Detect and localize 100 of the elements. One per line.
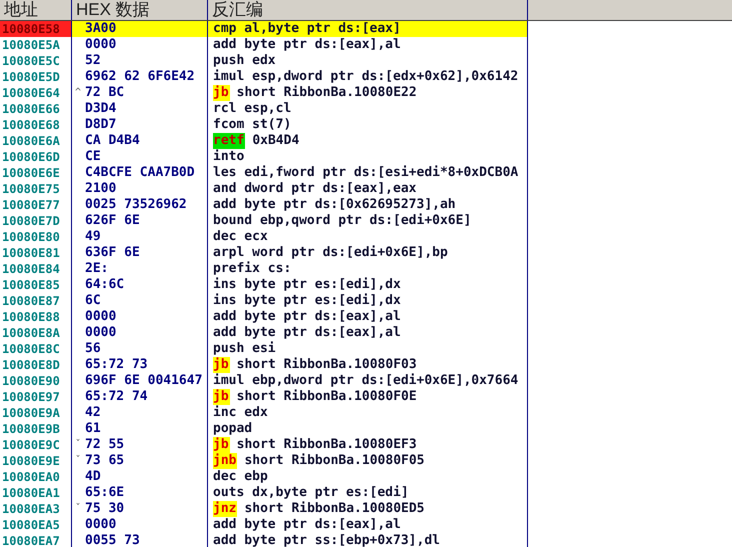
operand-text: short RibbonBa.10080E22	[236, 85, 417, 101]
address-text: 10080E80	[1, 230, 60, 244]
hex-text: 6C	[84, 293, 101, 309]
instruction-text: push edx	[213, 53, 276, 69]
hex-text: 2100	[84, 181, 116, 197]
hex-text: 49	[84, 229, 101, 245]
hex-text: 626F 6E	[84, 213, 140, 229]
instruction-text: arpl word ptr ds:[edi+0x6E],bp	[213, 245, 448, 261]
address-text: 10080E81	[1, 246, 60, 260]
instruction-text: imul esp,dword ptr ds:[edx+0x62],0x6142	[213, 69, 518, 85]
instruction-text: ins byte ptr es:[edi],dx	[213, 277, 401, 293]
address-text: 10080E58	[1, 22, 60, 36]
instruction-text: into	[213, 149, 244, 165]
hex-text: 0000	[84, 37, 116, 53]
hex-text: 61	[84, 421, 101, 437]
hex-text: 696F 6E 0041647	[84, 373, 202, 389]
hex-text: 0055 73	[84, 533, 140, 547]
address-text: 10080E84	[1, 262, 60, 276]
caret-icon: ˇ	[74, 453, 82, 469]
hex-text: 73 65	[84, 453, 124, 469]
instruction-text: rcl esp,cl	[213, 101, 292, 117]
table-row[interactable]: 10080E58 3A00 cmp al,byte ptr ds:[eax]	[0, 21, 732, 37]
address-text: 10080E7D	[1, 214, 60, 228]
mnemonic-highlight: jb	[213, 437, 230, 453]
address-text: 10080E6D	[1, 150, 60, 164]
address-text: 10080EA5	[1, 518, 60, 532]
hex-text: CA D4B4	[84, 133, 140, 149]
address-text: 10080EA3	[1, 502, 60, 516]
column-header: 反汇编	[212, 0, 263, 20]
address-text: 10080E6A	[1, 134, 60, 148]
address-text: 10080E5D	[1, 70, 60, 84]
mnemonic-highlight: jnz	[213, 501, 238, 517]
address-text: 10080E68	[1, 118, 60, 132]
hex-text: 52	[84, 53, 101, 69]
instruction-text: cmp al,byte ptr ds:[eax]	[213, 21, 401, 37]
hex-text: 75 30	[84, 501, 124, 517]
address-text: 10080E9B	[1, 422, 60, 436]
instruction-text: prefix cs:	[213, 261, 292, 277]
column-header: HEX 数据	[76, 0, 150, 20]
instruction-text: add byte ptr ds:[eax],al	[213, 309, 401, 325]
instruction-text: dec ecx	[213, 229, 268, 245]
address-text: 10080EA1	[1, 486, 60, 500]
mnemonic-highlight: jb	[213, 85, 230, 101]
hex-text: 0025 73526962	[84, 197, 187, 213]
mnemonic-highlight: jb	[213, 357, 230, 373]
address-text: 10080E90	[1, 374, 60, 388]
hex-text: 4D	[84, 469, 101, 485]
instruction-text: add byte ptr ss:[ebp+0x73],dl	[213, 533, 440, 547]
address-text: 10080EA0	[1, 470, 60, 484]
hex-text: 56	[84, 341, 101, 357]
address-text: 10080E8C	[1, 342, 60, 356]
address-text: 10080E9C	[1, 438, 60, 452]
address-text: 10080EA7	[1, 534, 60, 547]
hex-text: D3D4	[84, 101, 116, 117]
instruction-text: add byte ptr ds:[eax],al	[213, 325, 401, 341]
hex-text: 72 55	[84, 437, 124, 453]
hex-text: 636F 6E	[84, 245, 140, 261]
address-text: 10080E5C	[1, 54, 60, 68]
hex-text: 65:72 73	[84, 357, 148, 373]
address-text: 10080E77	[1, 198, 60, 212]
hex-text: CE	[84, 149, 101, 165]
operand-text: 0xB4D4	[251, 133, 300, 149]
instruction-text: add byte ptr ds:[eax],al	[213, 37, 401, 53]
instruction-text: fcom st(7)	[213, 117, 292, 133]
hex-text: 0000	[84, 325, 116, 341]
instruction-text: inc edx	[213, 405, 268, 421]
address-text: 10080E9E	[1, 454, 60, 468]
instruction-text: bound ebp,qword ptr ds:[edi+0x6E]	[213, 213, 472, 229]
hex-text: D8D7	[84, 117, 116, 133]
hex-text: C4BCFE CAA7B0D	[84, 165, 195, 181]
operand-text: short RibbonBa.10080EF3	[236, 437, 417, 453]
address-text: 10080E75	[1, 182, 60, 196]
operand-text: short RibbonBa.10080ED5	[243, 501, 424, 517]
operand-text: short RibbonBa.10080F05	[243, 453, 424, 469]
column-header: 地址	[4, 0, 38, 20]
hex-text: 72 BC	[84, 85, 124, 101]
instruction-text: popad	[213, 421, 252, 437]
instruction-text: add byte ptr ds:[eax],al	[213, 517, 401, 533]
hex-text: 0000	[84, 517, 116, 533]
address-text: 10080E64	[1, 86, 60, 100]
instruction-text: ins byte ptr es:[edi],dx	[213, 293, 401, 309]
instruction-text: imul ebp,dword ptr ds:[edi+0x6E],0x7664	[213, 373, 518, 389]
caret-icon: ^	[74, 85, 82, 101]
instruction-text: outs dx,byte ptr es:[edi]	[213, 485, 409, 501]
hex-text: 3A00	[84, 21, 116, 37]
address-text: 10080E8D	[1, 358, 60, 372]
address-text: 10080E87	[1, 294, 60, 308]
operand-text: short RibbonBa.10080F0E	[236, 389, 417, 405]
hex-text: 42	[84, 405, 101, 421]
hex-text: 65:6E	[84, 485, 124, 501]
caret-icon: ˇ	[74, 501, 82, 517]
mnemonic-highlight: jnb	[213, 453, 238, 469]
instruction-text: les edi,fword ptr ds:[esi+edi*8+0xDCB0A	[213, 165, 518, 181]
instruction-text: push esi	[213, 341, 276, 357]
instruction-text: dec ebp	[213, 469, 268, 485]
address-text: 10080E5A	[1, 38, 60, 52]
address-text: 10080E85	[1, 278, 60, 292]
address-text: 10080E6E	[1, 166, 60, 180]
hex-text: 65:72 74	[84, 389, 148, 405]
hex-text: 0000	[84, 309, 116, 325]
